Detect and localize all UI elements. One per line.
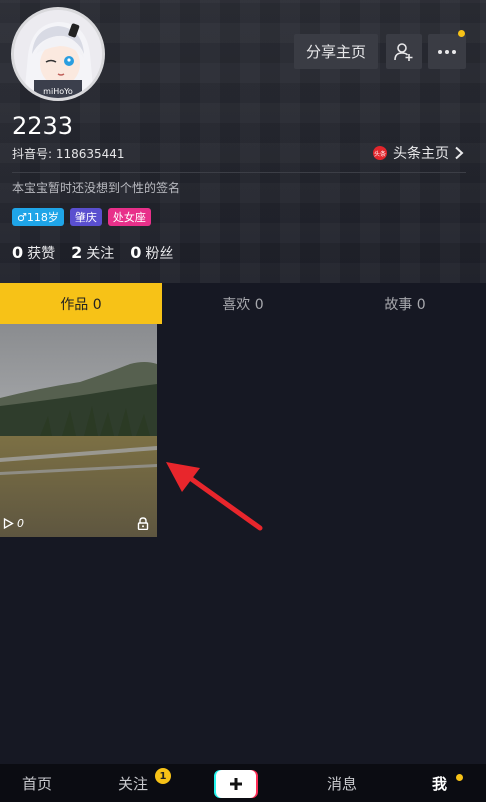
play-count: 0 xyxy=(3,517,24,530)
add-user-icon xyxy=(394,42,413,61)
toutiao-homepage-link[interactable]: 头条 头条主页 xyxy=(373,143,465,163)
bottom-navigation: 首页 关注 1 消息 我 xyxy=(0,764,486,802)
following-stat[interactable]: 2 关注 xyxy=(71,243,114,263)
city-tag: 肇庆 xyxy=(69,208,102,226)
following-label: 关注 xyxy=(86,246,115,262)
avatar[interactable]: miHoYo xyxy=(11,7,105,101)
avatar-image: miHoYo xyxy=(14,10,102,98)
profile-header: miHoYo 分享主页 2233 抖音号: 118635441 头条 头条主页 … xyxy=(0,0,486,283)
likes-label: 获赞 xyxy=(27,246,56,262)
toutiao-link-label: 头条主页 xyxy=(393,146,449,162)
add-friend-button[interactable] xyxy=(386,34,422,69)
video-thumbnail[interactable]: 0 xyxy=(0,324,157,537)
followers-stat[interactable]: 0 粉丝 xyxy=(130,243,173,263)
create-video-button[interactable] xyxy=(214,770,258,798)
video-thumbnail-image xyxy=(0,324,157,537)
followers-label: 粉丝 xyxy=(145,246,174,262)
play-icon xyxy=(3,518,14,529)
tab-stories[interactable]: 故事 0 xyxy=(324,283,486,324)
toutiao-logo-icon: 头条 xyxy=(373,146,387,160)
username: 2233 xyxy=(12,112,74,140)
chevron-right-icon xyxy=(455,146,464,160)
user-id: 抖音号: 118635441 xyxy=(12,147,125,161)
divider xyxy=(12,172,466,173)
nav-following[interactable]: 关注 xyxy=(118,764,148,802)
age-tag: ♂118岁 xyxy=(12,208,64,226)
more-dots-icon xyxy=(438,49,456,54)
following-badge: 1 xyxy=(155,768,171,784)
share-profile-button[interactable]: 分享主页 xyxy=(294,34,378,69)
share-profile-label: 分享主页 xyxy=(305,43,366,61)
followers-count: 0 xyxy=(130,243,142,262)
zodiac-tag: 处女座 xyxy=(107,208,151,226)
profile-tags: ♂118岁 肇庆 处女座 xyxy=(12,208,151,226)
notification-dot xyxy=(458,30,465,37)
tab-likes[interactable]: 喜欢 0 xyxy=(162,283,324,324)
nav-me[interactable]: 我 xyxy=(432,764,447,802)
profile-stats: 0 获赞 2 关注 0 粉丝 xyxy=(12,243,173,263)
play-count-value: 0 xyxy=(17,517,24,530)
bio: 本宝宝暂时还没想到个性的签名 xyxy=(12,181,181,195)
me-notification-dot xyxy=(456,774,463,781)
nav-home[interactable]: 首页 xyxy=(22,764,52,802)
more-options-button[interactable] xyxy=(428,34,466,69)
nav-messages[interactable]: 消息 xyxy=(327,764,357,802)
tab-works[interactable]: 作品 0 xyxy=(0,283,162,324)
red-arrow-annotation xyxy=(166,462,263,531)
lock-icon xyxy=(137,517,149,530)
following-count: 2 xyxy=(71,243,83,262)
likes-stat[interactable]: 0 获赞 xyxy=(12,243,55,263)
plus-icon xyxy=(214,770,258,798)
avatar-watermark: miHoYo xyxy=(43,87,73,96)
content-tabs: 作品 0 喜欢 0 故事 0 xyxy=(0,283,486,324)
likes-count: 0 xyxy=(12,243,24,262)
